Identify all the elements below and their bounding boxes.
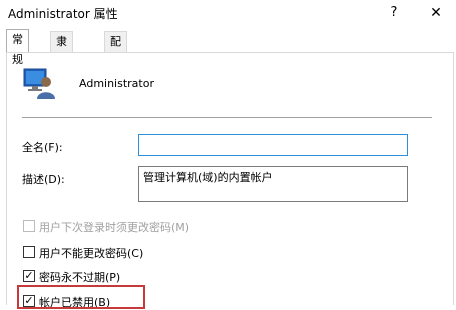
divider: [22, 117, 432, 118]
description-input[interactable]: 管理计算机(域)的内置帐户: [138, 166, 408, 202]
description-label: 描述(D):: [22, 173, 65, 186]
help-button[interactable]: ?: [382, 1, 406, 25]
cannot-change-password-label: 用户不能更改密码(C): [39, 247, 144, 260]
close-button[interactable]: ✕: [423, 1, 449, 25]
cannot-change-password-checkbox[interactable]: [23, 246, 35, 258]
full-name-label: 全名(F):: [22, 141, 63, 154]
must-change-password-label: 用户下次登录时须更改密码(M): [39, 221, 190, 234]
title-bar: Administrator 属性 ? ✕: [0, 0, 456, 26]
highlight-box: [17, 285, 145, 309]
user-name: Administrator: [79, 77, 154, 90]
user-avatar-icon: [23, 68, 55, 99]
tab-member-of[interactable]: 隶属于: [50, 31, 73, 88]
window-title: Administrator 属性: [8, 7, 118, 21]
must-change-password-checkbox[interactable]: [23, 220, 35, 232]
password-never-expires-label: 密码永不过期(P): [39, 271, 121, 284]
tab-general-label: 常规: [12, 33, 23, 66]
tab-profile[interactable]: 配置文件: [104, 31, 127, 108]
full-name-input[interactable]: [138, 134, 408, 156]
password-never-expires-checkbox[interactable]: ✓: [23, 270, 35, 282]
description-value: 管理计算机(域)的内置帐户: [143, 171, 273, 184]
tab-general[interactable]: 常规: [6, 29, 29, 66]
